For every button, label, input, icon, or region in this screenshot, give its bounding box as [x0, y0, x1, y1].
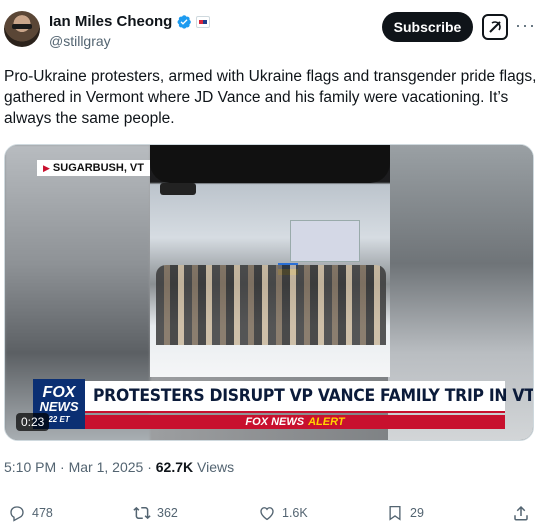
meta-separator-2: ·	[147, 459, 152, 475]
more-options-icon[interactable]: ···	[515, 16, 536, 34]
views-count: 62.7K	[155, 459, 194, 475]
reply-icon	[10, 506, 24, 522]
repost-button[interactable]: 362	[133, 504, 178, 522]
heart-icon	[260, 507, 274, 521]
tweet-meta: 5:10 PM · Mar 1, 2025 · 62.7K Views	[4, 459, 234, 475]
grok-icon[interactable]	[482, 14, 508, 40]
tweet-date[interactable]: Mar 1, 2025	[69, 459, 144, 475]
reply-count: 478	[32, 506, 53, 520]
bookmark-icon	[389, 505, 401, 521]
video-frame	[150, 145, 390, 377]
repost-count: 362	[157, 506, 178, 520]
avatar[interactable]	[4, 11, 40, 47]
verified-badge-icon	[177, 14, 192, 29]
video-player[interactable]: ▶ SUGARBUSH, VT FOX NEWS 22 ET PROTESTER…	[4, 144, 534, 441]
views-label: Views	[197, 459, 235, 475]
protest-sign	[290, 220, 360, 262]
action-bar: 478 362 1.6K 29	[0, 500, 543, 528]
news-lower-third: FOX NEWS 22 ET PROTESTERS DISRUPT VP VAN…	[33, 379, 533, 429]
author-name[interactable]: Ian Miles Cheong	[49, 13, 172, 30]
share-button[interactable]	[512, 504, 530, 522]
author-handle[interactable]: @stillgray	[49, 33, 111, 49]
meta-separator: ·	[60, 459, 65, 475]
reply-button[interactable]: 478	[8, 504, 53, 522]
repost-icon	[133, 506, 151, 520]
tweet-header: Ian Miles Cheong @stillgray Subscribe ··…	[0, 0, 543, 60]
location-label: SUGARBUSH, VT	[52, 162, 144, 174]
tweet-time[interactable]: 5:10 PM	[4, 459, 56, 475]
location-tag: ▶ SUGARBUSH, VT	[37, 160, 150, 176]
affiliation-badge-icon	[196, 15, 211, 28]
headline-bar: PROTESTERS DISRUPT VP VANCE FAMILY TRIP …	[85, 381, 533, 413]
logo-time: 22 ET	[48, 414, 70, 424]
location-triangle-icon: ▶	[43, 162, 50, 173]
news-headline: PROTESTERS DISRUPT VP VANCE FAMILY TRIP …	[93, 386, 534, 406]
subscribe-button[interactable]: Subscribe	[382, 12, 473, 42]
alert-word: ALERT	[308, 416, 345, 428]
bookmark-count: 29	[410, 506, 424, 520]
bookmark-button[interactable]: 29	[386, 504, 424, 522]
logo-line2: NEWS	[39, 398, 79, 414]
like-button[interactable]: 1.6K	[258, 504, 308, 522]
like-count: 1.6K	[282, 506, 308, 520]
protester-crowd	[156, 265, 386, 345]
video-timecode: 0:23	[16, 413, 50, 431]
alert-bar: FOX NEWS ALERT	[85, 415, 505, 429]
author-name-row: Ian Miles Cheong	[49, 13, 211, 30]
alert-brand: FOX NEWS	[245, 416, 305, 428]
share-icon	[514, 505, 528, 521]
tweet-text: Pro-Ukraine protesters, armed with Ukrai…	[4, 68, 537, 127]
logo-line1: FOX	[42, 383, 76, 401]
